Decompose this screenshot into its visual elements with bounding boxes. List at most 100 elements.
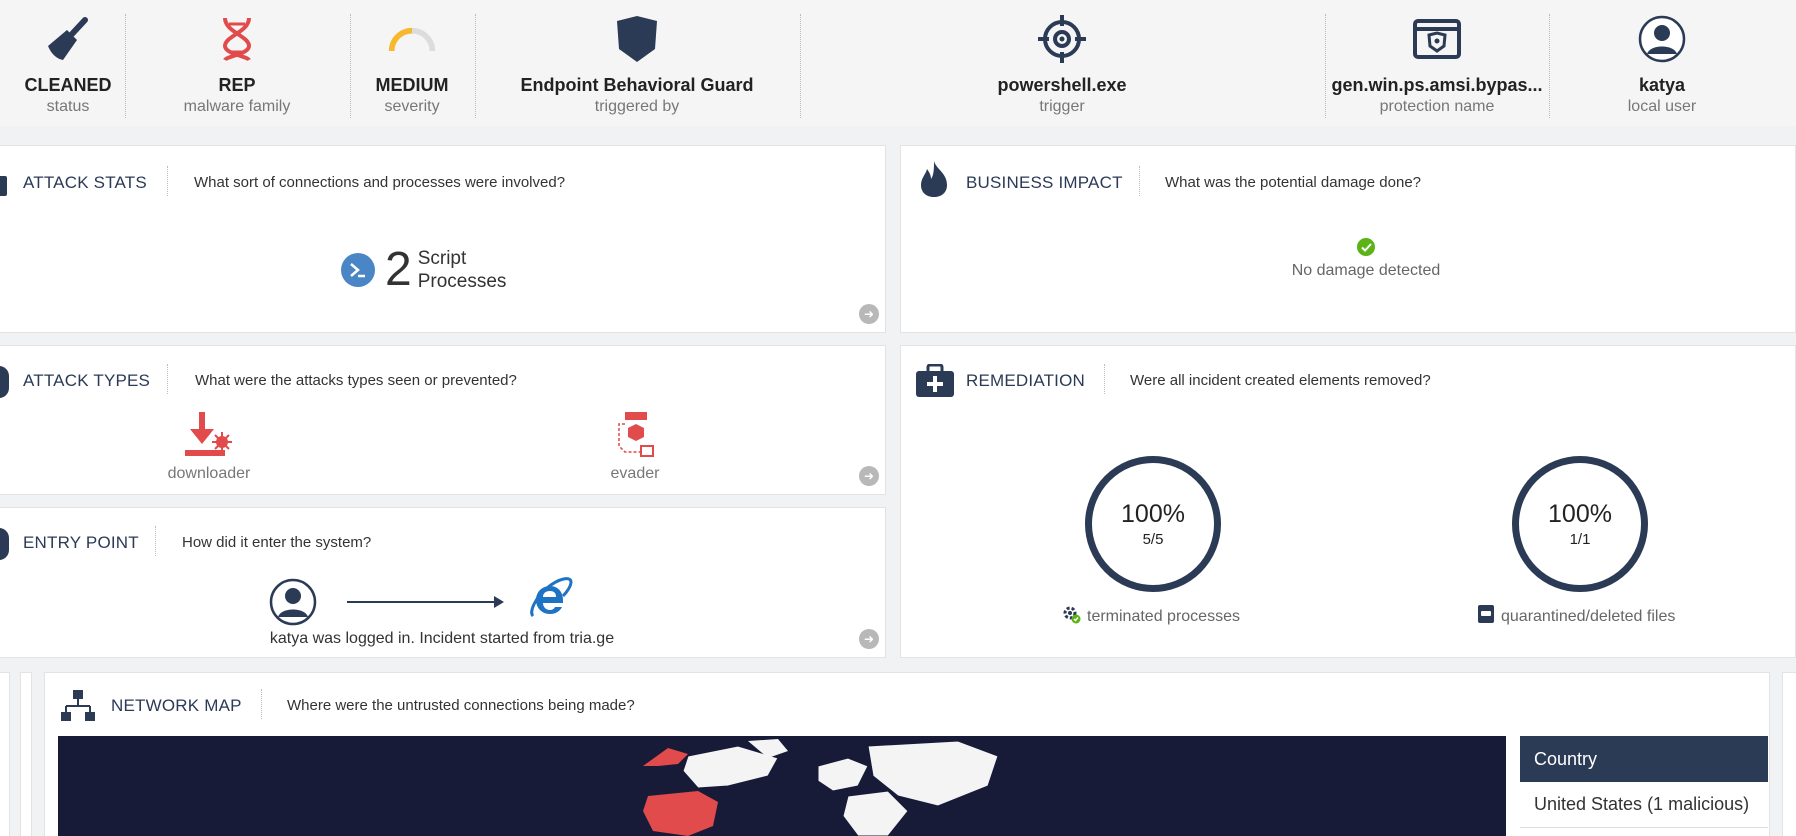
powershell-icon	[341, 253, 375, 287]
summary-local-user: katya local user	[1552, 0, 1772, 126]
expand-arrow-button[interactable]: ➜	[859, 304, 879, 324]
count-label: Script	[417, 248, 467, 269]
attack-type-label: evader	[610, 465, 660, 482]
internet-explorer-icon	[527, 576, 573, 627]
summary-label: local user	[1627, 98, 1697, 115]
divider	[800, 14, 801, 118]
card-title: BUSINESS IMPACT	[966, 173, 1123, 192]
card-title: ATTACK STATS	[23, 173, 147, 192]
remediation-label: terminated processes	[1087, 607, 1240, 625]
summary-label: triggered by	[594, 98, 680, 115]
count-label: Processes	[417, 271, 507, 292]
card-question: What was the potential damage done?	[1165, 174, 1422, 191]
process-count: 2	[385, 243, 412, 296]
downloader-icon	[149, 412, 269, 463]
stats-icon	[0, 176, 7, 196]
gauge-icon	[387, 14, 437, 64]
summary-label: trigger	[1039, 98, 1085, 115]
side-panel-left-2	[20, 672, 32, 836]
user-icon	[1637, 14, 1687, 64]
summary-value: katya	[1638, 75, 1686, 95]
side-panel-right	[1782, 672, 1796, 836]
ring-percent: 100%	[1548, 500, 1612, 528]
ring-percent: 100%	[1121, 500, 1185, 528]
expand-arrow-button[interactable]: ➜	[859, 629, 879, 649]
summary-value: REP	[218, 75, 256, 95]
attack-types-card: ATTACK TYPES What were the attacks types…	[0, 345, 886, 495]
remediation-card: REMEDIATION Were all incident created el…	[900, 345, 1796, 658]
quarantine-icon	[1477, 604, 1495, 629]
expand-arrow-button[interactable]: ➜	[859, 466, 879, 486]
card-question: What sort of connections and processes w…	[194, 174, 566, 191]
divider	[350, 14, 351, 118]
card-title: NETWORK MAP	[111, 696, 242, 715]
quarantined-files-ring: 100% 1/1	[1512, 456, 1648, 592]
incident-summary-bar: CLEANED status REP malware family MEDIUM…	[0, 0, 1796, 126]
shield-icon	[612, 14, 662, 64]
attack-stats-card: ATTACK STATS What sort of connections an…	[0, 145, 886, 333]
summary-malware-family: REP malware family	[126, 0, 348, 126]
ring-fraction: 5/5	[1142, 531, 1164, 548]
terminated-processes-ring: 100% 5/5	[1085, 456, 1221, 592]
fire-icon	[919, 160, 949, 203]
card-question: What were the attacks types seen or prev…	[195, 372, 517, 389]
map-country-alaska	[643, 748, 688, 766]
country-row[interactable]: United States (1 malicious)	[1520, 782, 1768, 828]
card-title: ATTACK TYPES	[23, 371, 151, 390]
remediation-label: quarantined/deleted files	[1501, 607, 1676, 625]
map-country-united-states	[643, 791, 718, 836]
terminated-processes-label: terminated processes	[1061, 604, 1240, 629]
summary-value: gen.win.ps.amsi.bypas...	[1331, 75, 1543, 95]
country-table-header: Country	[1520, 736, 1768, 782]
summary-severity: MEDIUM severity	[352, 0, 472, 126]
card-question: Where were the untrusted connections bei…	[287, 697, 635, 714]
card-question: How did it enter the system?	[182, 534, 372, 551]
summary-label: protection name	[1379, 98, 1495, 115]
attack-type-item[interactable]: downloader	[149, 412, 269, 483]
quarantined-files-label: quarantined/deleted files	[1477, 604, 1675, 629]
divider	[1104, 364, 1105, 394]
gear-check-icon	[1061, 604, 1081, 629]
ring-fraction: 1/1	[1569, 531, 1591, 548]
attack-type-label: downloader	[167, 465, 251, 482]
business-impact-card: BUSINESS IMPACT What was the potential d…	[900, 145, 1796, 333]
summary-label: status	[46, 98, 90, 115]
attack-type-item[interactable]: evader	[575, 412, 695, 483]
first-aid-kit-icon	[915, 363, 955, 403]
card-question: Were all incident created elements remov…	[1130, 372, 1431, 389]
broom-icon	[43, 14, 93, 64]
summary-status: CLEANED status	[0, 0, 136, 126]
dna-icon	[212, 14, 262, 64]
summary-value: MEDIUM	[375, 75, 449, 95]
summary-trigger: powershell.exe trigger	[862, 0, 1262, 126]
map-country-europe	[817, 757, 869, 792]
divider	[155, 526, 156, 556]
summary-label: malware family	[183, 98, 291, 115]
summary-value: Endpoint Behavioral Guard	[520, 75, 754, 95]
card-title: REMEDIATION	[966, 371, 1086, 390]
country-table: Country United States (1 malicious)	[1520, 736, 1768, 828]
entry-point-card: ENTRY POINT How did it enter the system?…	[0, 507, 886, 658]
summary-triggered-by: Endpoint Behavioral Guard triggered by	[476, 0, 798, 126]
crosshair-icon	[1037, 14, 1087, 64]
divider	[1139, 166, 1140, 196]
side-panel-left	[0, 672, 10, 836]
divider	[1325, 14, 1326, 118]
card-title: ENTRY POINT	[23, 533, 139, 552]
damage-text: No damage detected	[1291, 262, 1441, 279]
damage-status: No damage detected	[1257, 238, 1475, 280]
entry-icon	[0, 528, 9, 560]
summary-label: severity	[384, 98, 440, 115]
summary-protection-name: gen.win.ps.amsi.bypas... protection name	[1328, 0, 1546, 126]
divider	[167, 364, 168, 394]
world-map-svg	[643, 739, 999, 836]
check-circle-icon	[1357, 238, 1375, 256]
script-processes-stat[interactable]: 2 Script Processes	[341, 246, 506, 294]
evader-icon	[575, 412, 695, 463]
target-icon	[0, 366, 9, 398]
arrow-head	[494, 596, 504, 608]
world-map[interactable]	[58, 736, 1506, 836]
window-shield-icon	[1412, 14, 1462, 64]
summary-value: powershell.exe	[997, 75, 1127, 95]
divider	[1549, 14, 1550, 118]
